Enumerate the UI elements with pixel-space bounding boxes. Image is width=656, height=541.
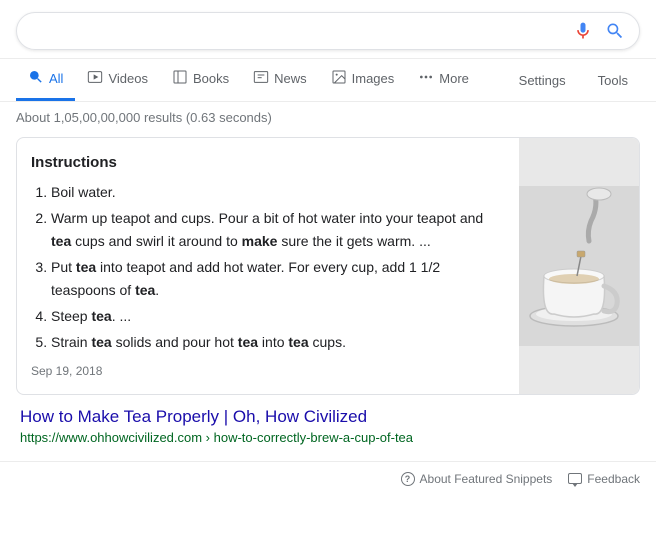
videos-icon [87,69,103,88]
result-url: https://www.ohhowcivilized.com › how-to-… [20,430,636,445]
tab-more[interactable]: More [406,59,481,101]
help-icon: ? [401,472,415,486]
feedback-label: Feedback [587,472,640,486]
search-bar: How to make tea [16,12,640,50]
feedback-button[interactable]: Feedback [568,472,640,486]
tab-news[interactable]: News [241,59,319,101]
tab-all-label: All [49,71,63,86]
tab-videos[interactable]: Videos [75,59,160,101]
snippet-step-3: Put tea into teapot and add hot water. F… [51,256,505,301]
tab-tools-label: Tools [598,73,628,88]
all-icon [28,69,44,88]
tab-settings-label: Settings [519,73,566,88]
nav-settings: Settings Tools [507,63,640,98]
about-featured-snippets[interactable]: ? About Featured Snippets [401,472,553,486]
tab-tools[interactable]: Tools [586,63,640,98]
tab-books-label: Books [193,71,229,86]
snippet-title: Instructions [31,154,505,171]
result-link: How to Make Tea Properly | Oh, How Civil… [16,407,640,445]
more-icon [418,69,434,88]
snippet-content: Instructions Boil water. Warm up teapot … [17,138,519,394]
snippet-date: Sep 19, 2018 [31,364,505,378]
tab-all[interactable]: All [16,59,75,101]
tab-images-label: Images [352,71,395,86]
featured-snippets-label: About Featured Snippets [420,472,553,486]
result-link-title[interactable]: How to Make Tea Properly | Oh, How Civil… [20,407,636,427]
nav-tabs: All Videos Books News [0,59,656,102]
snippet-step-5: Strain tea solids and pour hot tea into … [51,331,505,353]
mic-icon[interactable] [573,21,593,41]
tab-news-label: News [274,71,307,86]
search-input[interactable]: How to make tea [31,22,573,40]
books-icon [172,69,188,88]
search-icons [573,21,625,41]
snippet-image [519,138,639,394]
snippet-step-2: Warm up teapot and cups. Pour a bit of h… [51,207,505,252]
tab-more-label: More [439,71,469,86]
feedback-icon [568,473,582,484]
tab-books[interactable]: Books [160,59,241,101]
snippet-steps: Boil water. Warm up teapot and cups. Pou… [31,181,505,354]
tab-settings[interactable]: Settings [507,63,578,98]
images-icon [331,69,347,88]
search-bar-area: How to make tea [0,0,656,59]
featured-snippet-card: Instructions Boil water. Warm up teapot … [16,137,640,395]
search-icon[interactable] [605,21,625,41]
tab-images[interactable]: Images [319,59,407,101]
tab-videos-label: Videos [108,71,148,86]
snippet-step-1: Boil water. [51,181,505,203]
snippet-step-4: Steep tea. ... [51,305,505,327]
footer: ? About Featured Snippets Feedback [0,461,656,496]
results-info: About 1,05,00,00,000 results (0.63 secon… [0,102,656,133]
news-icon [253,69,269,88]
